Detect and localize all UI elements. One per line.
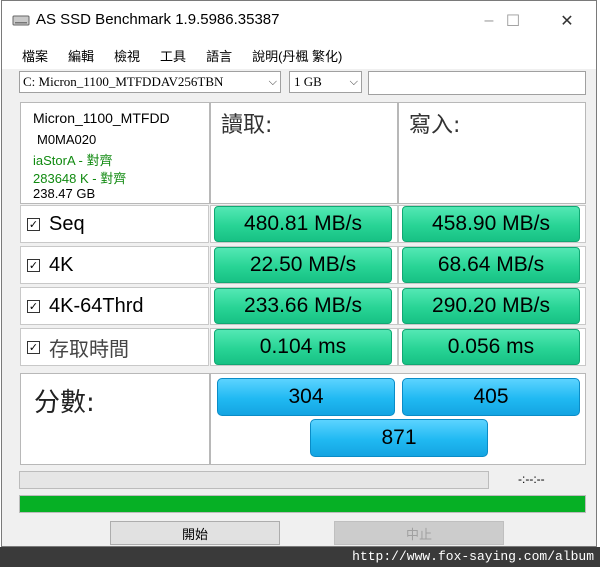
score-write: 405 xyxy=(402,378,580,416)
menu-language[interactable]: 語言 xyxy=(196,46,242,65)
checkbox-icon[interactable]: ✓ xyxy=(27,299,40,313)
text-input[interactable] xyxy=(368,71,586,95)
drive-icon xyxy=(12,15,30,26)
row-access-time-label[interactable]: ✓ 存取時間 xyxy=(20,328,209,366)
menu-bar: 檔案 編輯 檢視 工具 語言 說明(丹楓 繁化) xyxy=(2,41,596,69)
score-read: 304 xyxy=(217,378,395,416)
title-bar[interactable]: AS SSD Benchmark 1.9.5986.35387 – ☐ ✕ xyxy=(2,1,596,41)
progress-bar-current xyxy=(19,471,489,489)
row-4k64-label[interactable]: ✓ 4K-64Thrd xyxy=(20,287,209,325)
access-write-value: 0.056 ms xyxy=(402,329,580,365)
drive-alignment: 283648 K - 對齊 xyxy=(33,171,127,186)
elapsed-timer: -:--:-- xyxy=(518,472,545,486)
row-label-text: 存取時間 xyxy=(49,336,129,361)
4k-read-value: 22.50 MB/s xyxy=(214,247,392,283)
seq-read-value: 480.81 MB/s xyxy=(214,206,392,242)
4k64-write-value: 290.20 MB/s xyxy=(402,288,580,324)
maximize-button[interactable]: ☐ xyxy=(490,1,536,41)
4k-write-value: 68.64 MB/s xyxy=(402,247,580,283)
read-column-header: 讀取: xyxy=(221,113,273,138)
score-label: 分數: xyxy=(34,388,95,418)
menu-file[interactable]: 檔案 xyxy=(2,46,58,65)
drive-select-value: C: Micron_1100_MTFDDAV256TBN xyxy=(23,74,224,89)
watermark-bar: http://www.fox-saying.com/album xyxy=(0,547,600,567)
row-label-text: 4K xyxy=(49,253,74,276)
menu-view[interactable]: 檢視 xyxy=(104,46,150,65)
4k64-read-value: 233.66 MB/s xyxy=(214,288,392,324)
drive-firmware: M0MA020 xyxy=(37,132,97,147)
checkbox-icon[interactable]: ✓ xyxy=(27,258,40,272)
size-select[interactable]: 1 GB ⌵ xyxy=(289,71,362,93)
stop-button[interactable]: 中止 xyxy=(334,521,504,545)
close-button[interactable]: ✕ xyxy=(544,1,590,41)
window-title: AS SSD Benchmark 1.9.5986.35387 xyxy=(36,11,280,28)
start-button[interactable]: 開始 xyxy=(110,521,280,545)
row-label-text: Seq xyxy=(49,212,85,235)
size-select-value: 1 GB xyxy=(294,74,322,89)
drive-driver: iaStorA - 對齊 xyxy=(33,153,113,168)
watermark-url: http://www.fox-saying.com/album xyxy=(352,549,594,564)
app-window: AS SSD Benchmark 1.9.5986.35387 – ☐ ✕ 檔案… xyxy=(1,0,597,547)
write-header-panel: 寫入: xyxy=(398,102,586,204)
row-seq-label[interactable]: ✓ Seq xyxy=(20,205,209,243)
row-label-text: 4K-64Thrd xyxy=(49,294,144,317)
drive-capacity: 238.47 GB xyxy=(33,186,96,201)
menu-tools[interactable]: 工具 xyxy=(150,46,196,65)
read-header-panel: 讀取: xyxy=(210,102,398,204)
checkbox-icon[interactable]: ✓ xyxy=(27,340,40,354)
checkbox-icon[interactable]: ✓ xyxy=(27,217,40,231)
chevron-down-icon: ⌵ xyxy=(268,76,277,88)
menu-edit[interactable]: 編輯 xyxy=(58,46,104,65)
row-4k-label[interactable]: ✓ 4K xyxy=(20,246,209,284)
access-read-value: 0.104 ms xyxy=(214,329,392,365)
score-total: 871 xyxy=(310,419,488,457)
progress-fill xyxy=(20,496,585,512)
drive-select[interactable]: C: Micron_1100_MTFDDAV256TBN ⌵ xyxy=(19,71,281,93)
menu-help[interactable]: 說明(丹楓 繁化) xyxy=(242,46,352,65)
write-column-header: 寫入: xyxy=(409,113,461,138)
drive-info-panel: Micron_1100_MTFDD M0MA020 iaStorA - 對齊 2… xyxy=(20,102,210,204)
progress-bar-total xyxy=(19,495,586,513)
chevron-down-icon: ⌵ xyxy=(349,76,358,88)
seq-write-value: 458.90 MB/s xyxy=(402,206,580,242)
drive-model: Micron_1100_MTFDD xyxy=(33,110,170,126)
